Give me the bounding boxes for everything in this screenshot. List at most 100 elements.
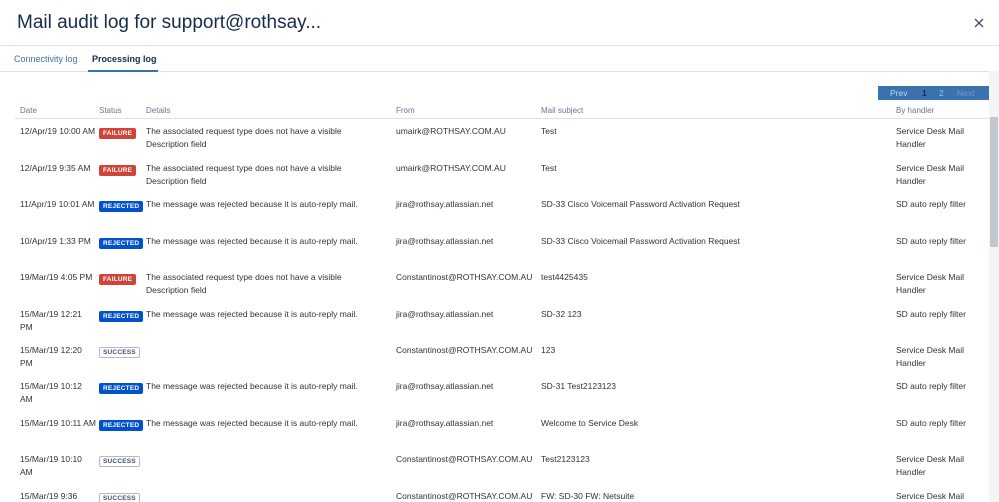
cell-subject: 123 [541,345,556,355]
cell-handler: SD auto reply filter [896,309,966,319]
status-badge: SUCCESS [99,347,140,358]
cell-subject: SD-33 Cisco Voicemail Password Activatio… [541,236,740,246]
cell-details: The message was rejected because it is a… [146,418,358,428]
table-row: 15/Mar/19 12:20 PM SUCCESS Constantinost… [0,338,990,374]
cell-handler: Service Desk Mail Handler [896,345,965,368]
table-row: 15/Mar/19 10:11 AM REJECTED The message … [0,411,990,447]
cell-from: umairk@ROTHSAY.COM.AU [396,163,506,173]
pagination-next-button[interactable]: Next [957,88,974,98]
cell-details: The message was rejected because it is a… [146,199,358,209]
cell-details: The associated request type does not hav… [146,126,342,149]
cell-from: jira@rothsay.atlassian.net [396,236,494,246]
cell-from: jira@rothsay.atlassian.net [396,418,494,428]
table-row: 15/Mar/19 12:21 PM REJECTED The message … [0,302,990,338]
pagination-prev-button[interactable]: Prev [890,88,907,98]
status-badge: FAILURE [99,128,137,139]
cell-handler: SD auto reply filter [896,381,966,391]
cell-subject: SD-31 Test2123123 [541,381,616,391]
cell-handler: SD auto reply filter [896,418,966,428]
status-badge: REJECTED [99,238,144,249]
mail-audit-log-dialog: Mail audit log for support@rothsay... Co… [0,0,999,502]
pagination-page-2[interactable]: 2 [939,88,944,98]
cell-date: 15/Mar/19 9:36 [20,491,78,501]
cell-from: Constantinost@ROTHSAY.COM.AU [396,454,533,464]
column-header-from: From [396,106,415,115]
cell-date: 15/Mar/19 10:10 AM [20,454,82,477]
cell-date: 11/Apr/19 10:01 AM [20,199,95,209]
table-row: 15/Mar/19 10:10 AM SUCCESS Constantinost… [0,447,990,483]
cell-from: Constantinost@ROTHSAY.COM.AU [396,345,533,355]
status-badge: REJECTED [99,383,144,394]
cell-details: The associated request type does not hav… [146,163,342,186]
column-header-mail-subject: Mail subject [541,106,584,115]
cell-details: The associated request type does not hav… [146,272,342,295]
table-row: 19/Mar/19 4:05 PM FAILURE The associated… [0,265,990,301]
cell-status: REJECTED [99,381,144,394]
pagination: Prev 1 2 Next [878,86,989,100]
cell-handler: Service Desk Mail Handler [896,454,965,477]
table-row: 11/Apr/19 10:01 AM REJECTED The message … [0,192,990,228]
close-icon [974,18,984,28]
table-row: 10/Apr/19 1:33 PM REJECTED The message w… [0,229,990,265]
cell-subject: Test [541,126,557,136]
cell-status: SUCCESS [99,491,140,502]
cell-subject: test4425435 [541,272,588,282]
cell-handler: SD auto reply filter [896,236,966,246]
status-badge: FAILURE [99,274,137,285]
table-row: 12/Apr/19 9:35 AM FAILURE The associated… [0,156,990,192]
cell-handler: Service Desk Mail Handler [896,126,965,149]
cell-from: umairk@ROTHSAY.COM.AU [396,126,506,136]
cell-from: Constantinost@ROTHSAY.COM.AU [396,272,533,282]
cell-subject: FW: SD-30 FW: Netsuite [541,491,635,501]
cell-details: The message was rejected because it is a… [146,381,358,391]
cell-subject: Test [541,163,557,173]
scrollbar-thumb[interactable] [990,117,998,247]
status-badge: FAILURE [99,165,137,176]
cell-date: 15/Mar/19 12:21 PM [20,309,82,332]
cell-handler: Service Desk Mail Handler [896,163,965,186]
vertical-scrollbar[interactable] [989,71,999,502]
cell-status: SUCCESS [99,454,140,467]
table-row: 15/Mar/19 10:12 AM REJECTED The message … [0,374,990,410]
pagination-page-1[interactable]: 1 [922,88,927,98]
cell-status: FAILURE [99,163,137,176]
cell-date: 10/Apr/19 1:33 PM [20,236,91,246]
status-badge: REJECTED [99,311,144,322]
active-tab-indicator [88,70,158,72]
close-button[interactable] [970,14,988,32]
cell-details: The message was rejected because it is a… [146,236,358,246]
status-badge: REJECTED [99,201,144,212]
cell-status: FAILURE [99,126,137,139]
cell-status: FAILURE [99,272,137,285]
cell-status: REJECTED [99,418,144,431]
status-badge: SUCCESS [99,456,140,467]
cell-status: REJECTED [99,236,144,249]
cell-from: jira@rothsay.atlassian.net [396,381,494,391]
cell-date: 12/Apr/19 9:35 AM [20,163,91,173]
column-header-by-handler: By handler [896,106,935,115]
cell-details: The message was rejected because it is a… [146,309,358,319]
cell-status: SUCCESS [99,345,140,358]
cell-date: 15/Mar/19 10:11 AM [20,418,96,428]
table-row: 15/Mar/19 9:36 SUCCESS Constantinost@ROT… [0,484,990,502]
dialog-title: Mail audit log for support@rothsay... [17,12,322,33]
cell-subject: SD-33 Cisco Voicemail Password Activatio… [541,199,740,209]
tab-processing-log[interactable]: Processing log [92,54,157,64]
cell-date: 15/Mar/19 12:20 PM [20,345,82,368]
cell-status: REJECTED [99,199,144,212]
table-row: 12/Apr/19 10:00 AM FAILURE The associate… [0,119,990,155]
status-badge: SUCCESS [99,493,140,502]
cell-from: Constantinost@ROTHSAY.COM.AU [396,491,533,501]
cell-handler: Service Desk Mail [896,491,965,501]
column-header-date: Date [20,106,37,115]
cell-subject: SD-32 123 [541,309,582,319]
cell-handler: SD auto reply filter [896,199,966,209]
status-badge: REJECTED [99,420,144,431]
cell-date: 15/Mar/19 10:12 AM [20,381,82,404]
column-header-status: Status [99,106,122,115]
cell-from: jira@rothsay.atlassian.net [396,199,494,209]
tab-connectivity-log[interactable]: Connectivity log [14,54,78,64]
cell-subject: Test2123123 [541,454,590,464]
column-header-details: Details [146,106,171,115]
tab-bar: Connectivity log Processing log [0,46,999,72]
